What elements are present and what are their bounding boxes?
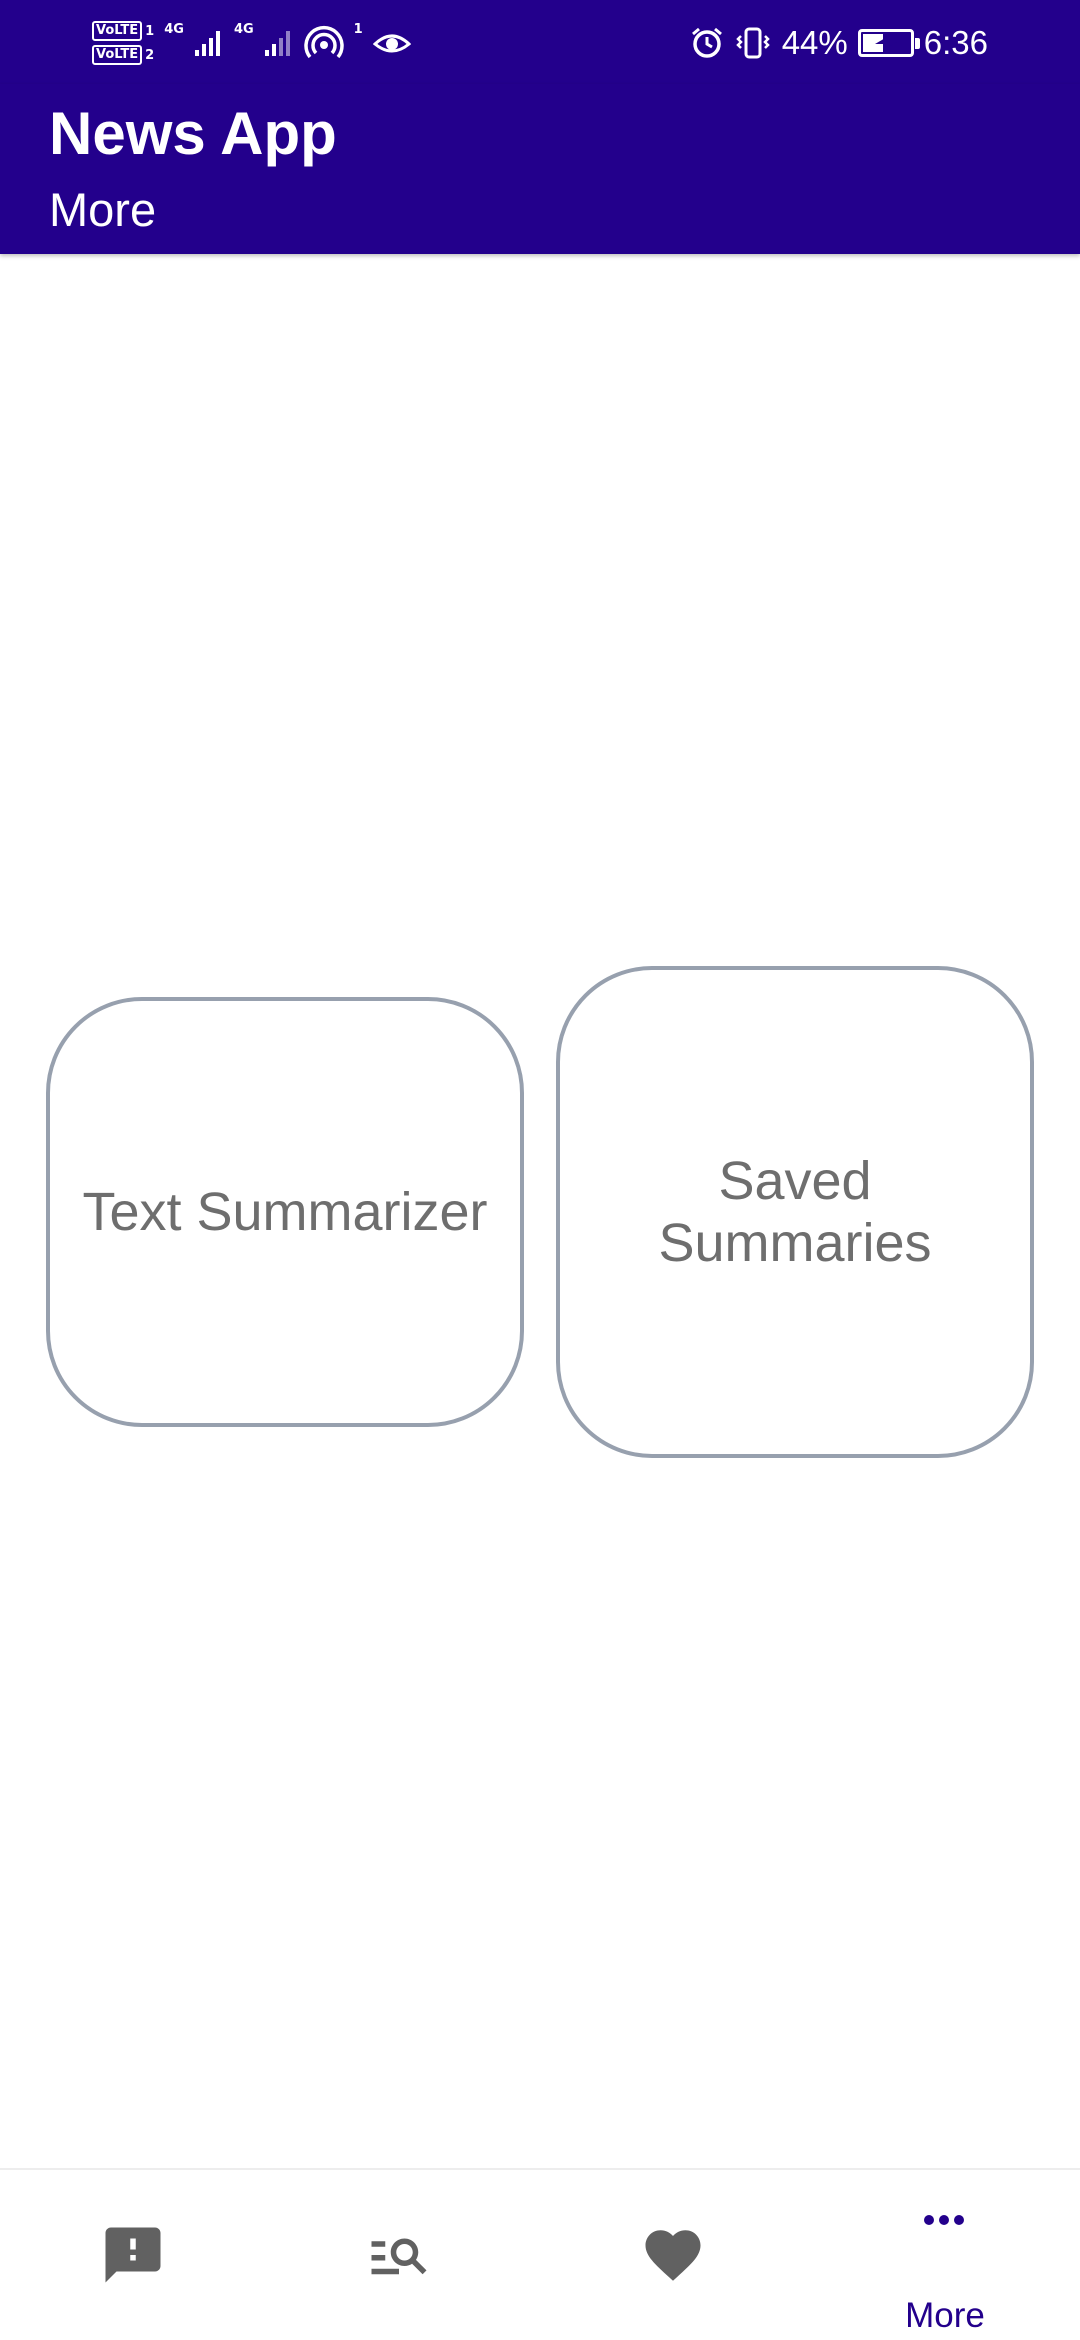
status-right: 44% 6:36 [690,14,988,72]
battery-charging-icon [857,29,920,57]
saved-summaries-card[interactable]: Saved Summaries [556,966,1034,1458]
network-type-1: 4G [164,21,184,37]
volte-sim1-label: VoLTE [92,21,143,41]
app-subtitle: More [49,183,157,236]
app-title: News App [49,100,337,167]
alarm-icon [691,27,722,58]
more-horiz-icon [924,2215,964,2225]
signal-icon [194,31,220,56]
status-time: 6:36 [923,24,988,61]
screen: VoLTE 1 VoLTE 2 4G 4G 1 44% 6:36 News Ap… [0,0,1080,2340]
eye-icon [372,34,411,53]
favorite-icon [645,2230,701,2281]
charging-bolt-icon [874,37,897,49]
hotspot-count: 1 [353,21,363,37]
signal-icon [264,31,290,56]
volte-sim2-number: 2 [145,47,155,63]
nav-item-feedback[interactable] [0,2170,270,2340]
volte-sim1: VoLTE 1 [92,21,154,41]
network-type-2: 4G [233,21,254,37]
battery-percent: 44% [781,24,848,61]
volte-sim2: VoLTE 2 [92,45,154,65]
text-summarizer-label: Text Summarizer [82,1181,488,1242]
nav-item-favorites[interactable] [540,2170,810,2340]
feedback-icon [105,2227,161,2283]
hotspot-icon [303,26,344,59]
volte-sim2-label: VoLTE [92,45,143,65]
nav-label-more: More [905,2296,985,2335]
bottom-navigation: More [0,2168,1080,2340]
status-left: VoLTE 1 VoLTE 2 4G 4G 1 [92,14,411,72]
vibrate-icon [735,27,770,59]
volte-indicators: VoLTE 1 VoLTE 2 [92,21,154,65]
manage-search-icon [371,2238,427,2275]
nav-item-more[interactable]: More [810,2170,1080,2340]
status-bar: VoLTE 1 VoLTE 2 4G 4G 1 44% 6:36 [0,0,1080,84]
app-bar: News App More [0,84,1080,254]
volte-sim1-number: 1 [145,23,155,39]
nav-item-search[interactable] [270,2170,540,2340]
saved-summaries-label: Saved Summaries [658,1150,932,1273]
text-summarizer-card[interactable]: Text Summarizer [46,997,524,1427]
